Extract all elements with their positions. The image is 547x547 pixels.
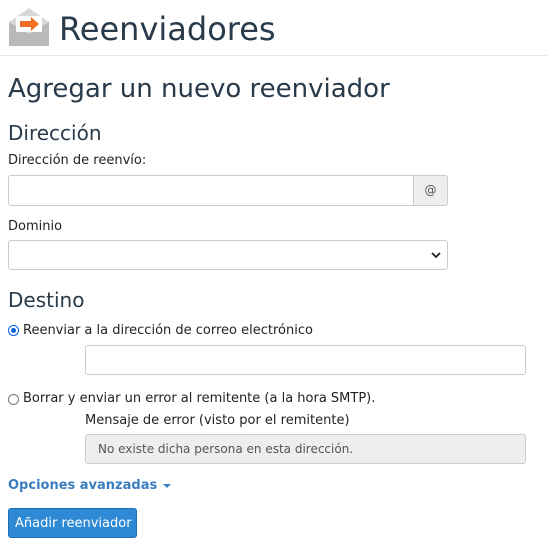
destination-email-input[interactable] bbox=[85, 345, 526, 375]
advanced-options-label: Opciones avanzadas bbox=[8, 478, 158, 493]
error-message-field: No existe dicha persona en esta direcció… bbox=[85, 434, 526, 464]
at-sign-addon: @ bbox=[413, 175, 448, 206]
forward-to-email-radio[interactable] bbox=[8, 325, 19, 336]
add-forwarder-button[interactable]: Añadir reenviador bbox=[8, 508, 137, 538]
form-heading: Agregar un nuevo reenviador bbox=[8, 74, 390, 104]
address-group-title: Dirección bbox=[8, 121, 102, 145]
email-forward-icon bbox=[9, 8, 49, 46]
chevron-down-icon bbox=[431, 252, 441, 259]
page-title: Reenviadores bbox=[59, 10, 276, 48]
error-message-label: Mensaje de error (visto por el remitente… bbox=[85, 413, 350, 428]
domain-select[interactable] bbox=[8, 240, 448, 270]
forward-to-email-label: Reenviar a la dirección de correo electr… bbox=[23, 323, 313, 338]
forward-address-label: Dirección de reenvío: bbox=[8, 153, 147, 168]
page-header: Reenviadores bbox=[0, 0, 547, 56]
destination-group-title: Destino bbox=[8, 288, 85, 312]
advanced-options-link[interactable]: Opciones avanzadas bbox=[8, 477, 172, 495]
forward-address-input[interactable] bbox=[8, 175, 414, 206]
domain-label: Dominio bbox=[8, 219, 63, 234]
discard-with-error-label: Borrar y enviar un error al remitente (a… bbox=[23, 391, 376, 406]
caret-down-icon bbox=[163, 483, 172, 488]
discard-with-error-radio[interactable] bbox=[8, 394, 19, 405]
